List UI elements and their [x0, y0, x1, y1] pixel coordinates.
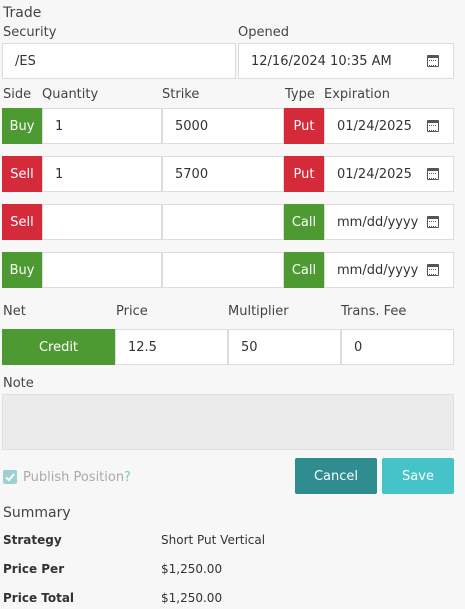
calendar-icon[interactable]: [427, 216, 439, 228]
expiration-value: mm/dd/yyyy: [337, 262, 419, 278]
side-button[interactable]: Sell: [2, 156, 42, 192]
section-title-trade: Trade: [3, 5, 42, 21]
strike-header: Strike: [162, 87, 200, 102]
publish-position-label: Publish Position: [23, 470, 125, 485]
quantity-header: Quantity: [42, 87, 99, 102]
strike-input[interactable]: 5700: [162, 156, 284, 192]
strike-input[interactable]: [162, 204, 284, 240]
price-label: Price: [116, 304, 148, 319]
summary-price-per-label: Price Per: [3, 562, 65, 576]
type-button[interactable]: Put: [284, 108, 324, 144]
net-credit-button[interactable]: Credit: [2, 329, 115, 365]
expiration-value: mm/dd/yyyy: [337, 214, 419, 230]
quantity-input[interactable]: 1: [42, 108, 162, 144]
leg-row-1: Buy 1 5000 Put 01/24/2025: [0, 108, 465, 144]
calendar-icon[interactable]: [427, 120, 439, 132]
price-input[interactable]: 12.5: [115, 329, 228, 365]
type-button[interactable]: Put: [284, 156, 324, 192]
summary-strategy-label: Strategy: [3, 533, 62, 547]
side-button[interactable]: Buy: [2, 108, 42, 144]
summary-strategy-value: Short Put Vertical: [161, 533, 266, 547]
calendar-icon[interactable]: [427, 264, 439, 276]
quantity-input[interactable]: [42, 252, 162, 288]
opened-label: Opened: [238, 25, 289, 40]
multiplier-input[interactable]: 50: [228, 329, 341, 365]
strike-input[interactable]: [162, 252, 284, 288]
cancel-button[interactable]: Cancel: [295, 458, 377, 494]
save-button[interactable]: Save: [382, 458, 454, 494]
type-button[interactable]: Call: [284, 204, 324, 240]
calendar-icon[interactable]: [427, 55, 439, 67]
note-label: Note: [3, 376, 34, 391]
security-value: /ES: [15, 53, 36, 69]
calendar-icon[interactable]: [427, 168, 439, 180]
check-icon: [5, 473, 15, 482]
opened-value: 12/16/2024 10:35 AM: [251, 53, 392, 69]
security-input[interactable]: /ES: [2, 43, 236, 79]
leg-row-3: Sell Call mm/dd/yyyy: [0, 204, 465, 240]
note-textarea[interactable]: [2, 394, 454, 450]
expiration-input[interactable]: 01/24/2025: [324, 156, 454, 192]
expiration-input[interactable]: mm/dd/yyyy: [324, 252, 454, 288]
publish-checkbox[interactable]: [3, 470, 17, 484]
expiration-input[interactable]: mm/dd/yyyy: [324, 204, 454, 240]
summary-price-per-value: $1,250.00: [161, 562, 223, 576]
expiration-value: 01/24/2025: [337, 166, 412, 182]
expiration-value: 01/24/2025: [337, 118, 412, 134]
side-button[interactable]: Sell: [2, 204, 42, 240]
quantity-input[interactable]: 1: [42, 156, 162, 192]
side-button[interactable]: Buy: [2, 252, 42, 288]
strike-input[interactable]: 5000: [162, 108, 284, 144]
summary-price-total-value: $1,250.00: [161, 591, 223, 605]
quantity-input[interactable]: [42, 204, 162, 240]
net-label: Net: [3, 304, 26, 319]
side-header: Side: [3, 87, 32, 102]
leg-row-2: Sell 1 5700 Put 01/24/2025: [0, 156, 465, 192]
trans-fee-label: Trans. Fee: [341, 304, 407, 319]
opened-datetime-input[interactable]: 12/16/2024 10:35 AM: [238, 43, 454, 79]
multiplier-label: Multiplier: [228, 304, 289, 319]
security-label: Security: [3, 25, 57, 40]
expiration-header: Expiration: [324, 87, 390, 102]
help-icon[interactable]: ?: [124, 470, 131, 485]
trans-fee-input[interactable]: 0: [341, 329, 454, 365]
type-header: Type: [285, 87, 315, 102]
type-button[interactable]: Call: [284, 252, 324, 288]
expiration-input[interactable]: 01/24/2025: [324, 108, 454, 144]
summary-title: Summary: [3, 505, 71, 521]
leg-row-4: Buy Call mm/dd/yyyy: [0, 252, 465, 288]
summary-price-total-label: Price Total: [3, 591, 75, 605]
